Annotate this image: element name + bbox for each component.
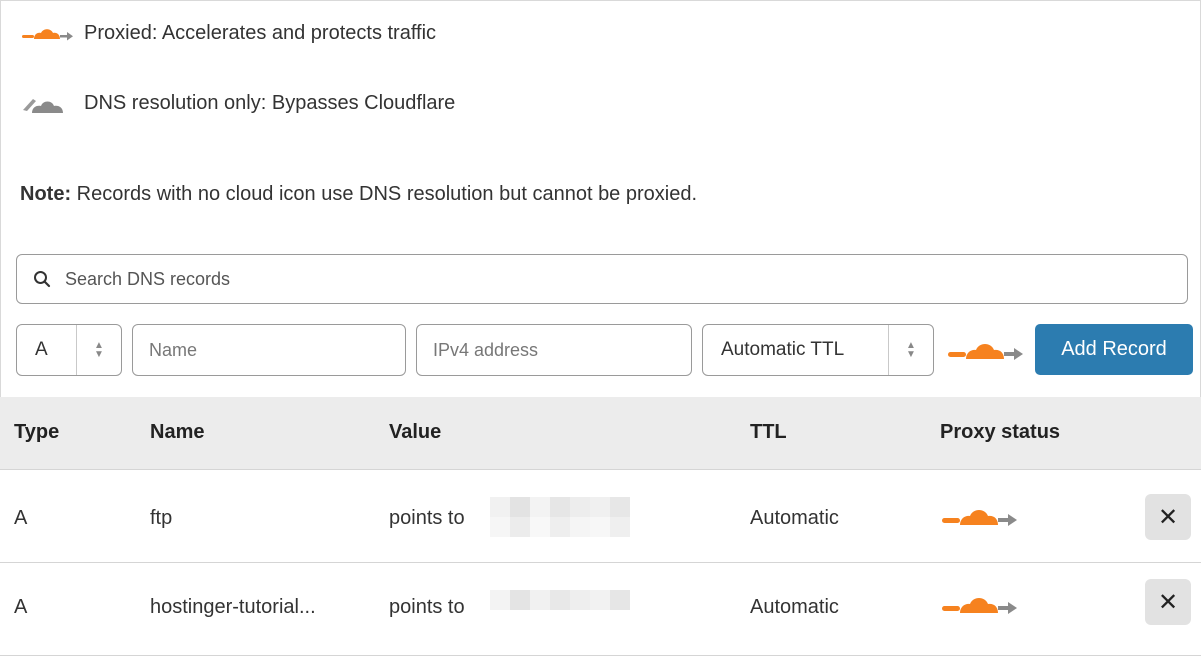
table-row[interactable]: A ftp points to Automatic ✕: [0, 470, 1201, 563]
add-record-button[interactable]: Add Record: [1035, 324, 1193, 375]
close-icon: ✕: [1157, 503, 1179, 531]
record-type-value: A: [35, 339, 48, 360]
column-header-proxy-status[interactable]: Proxy status: [940, 421, 1060, 444]
search-input[interactable]: [63, 267, 1147, 291]
row-name[interactable]: ftp: [150, 507, 172, 530]
proxy-toggle-orange-cloud-icon[interactable]: [946, 337, 1026, 370]
row-name[interactable]: hostinger-tutorial...: [150, 596, 316, 619]
row-type: A: [14, 507, 28, 529]
orange-cloud-icon[interactable]: [940, 591, 1020, 624]
redacted-ip-address-lower: [490, 517, 630, 537]
column-header-name[interactable]: Name: [150, 421, 204, 444]
row-ttl: Automatic: [750, 507, 839, 529]
ipv4-field[interactable]: [417, 325, 691, 375]
record-type-select[interactable]: A ▲ ▼: [16, 324, 122, 376]
note-label: Note:: [20, 183, 72, 205]
grey-cloud-icon: [20, 93, 74, 115]
note-text: Records with no cloud icon use DNS resol…: [71, 183, 698, 205]
row-ttl: Automatic: [750, 596, 839, 618]
delete-record-button[interactable]: ✕: [1145, 494, 1191, 540]
redacted-ip-address: [490, 497, 630, 517]
orange-cloud-icon[interactable]: [940, 503, 1020, 536]
ttl-value: Automatic TTL: [721, 339, 845, 360]
column-header-value[interactable]: Value: [389, 421, 441, 444]
row-type: A: [14, 596, 28, 618]
legend-proxied: Proxied: Accelerates and protects traffi…: [20, 22, 436, 45]
legend-proxied-text: Proxied: Accelerates and protects traffi…: [84, 22, 437, 44]
search-box: [16, 254, 1188, 304]
close-icon: ✕: [1157, 588, 1179, 616]
chevron-up-down-icon: ▲ ▼: [888, 325, 933, 375]
table-header: Type Name Value TTL Proxy status: [0, 397, 1201, 470]
legend-dns-only: DNS resolution only: Bypasses Cloudflare: [20, 92, 455, 115]
table-row[interactable]: A hostinger-tutorial... points to Automa…: [0, 563, 1201, 656]
row-value-prefix: points to: [389, 507, 465, 529]
chevron-up-down-icon: ▲ ▼: [76, 325, 121, 375]
delete-record-button[interactable]: ✕: [1145, 579, 1191, 625]
row-value-prefix: points to: [389, 596, 465, 618]
ttl-select[interactable]: Automatic TTL ▲ ▼: [702, 324, 934, 376]
ipv4-field-wrap: [416, 324, 692, 376]
name-field-wrap: [132, 324, 406, 376]
redacted-ip-address: [490, 590, 630, 610]
legend-dns-only-text: DNS resolution only: Bypasses Cloudflare: [84, 92, 456, 114]
name-field[interactable]: [133, 325, 405, 375]
orange-cloud-icon: [20, 23, 74, 45]
search-icon: [34, 271, 51, 288]
column-header-type[interactable]: Type: [14, 421, 59, 444]
column-header-ttl[interactable]: TTL: [750, 421, 787, 444]
note: Note: Records with no cloud icon use DNS…: [20, 183, 697, 206]
